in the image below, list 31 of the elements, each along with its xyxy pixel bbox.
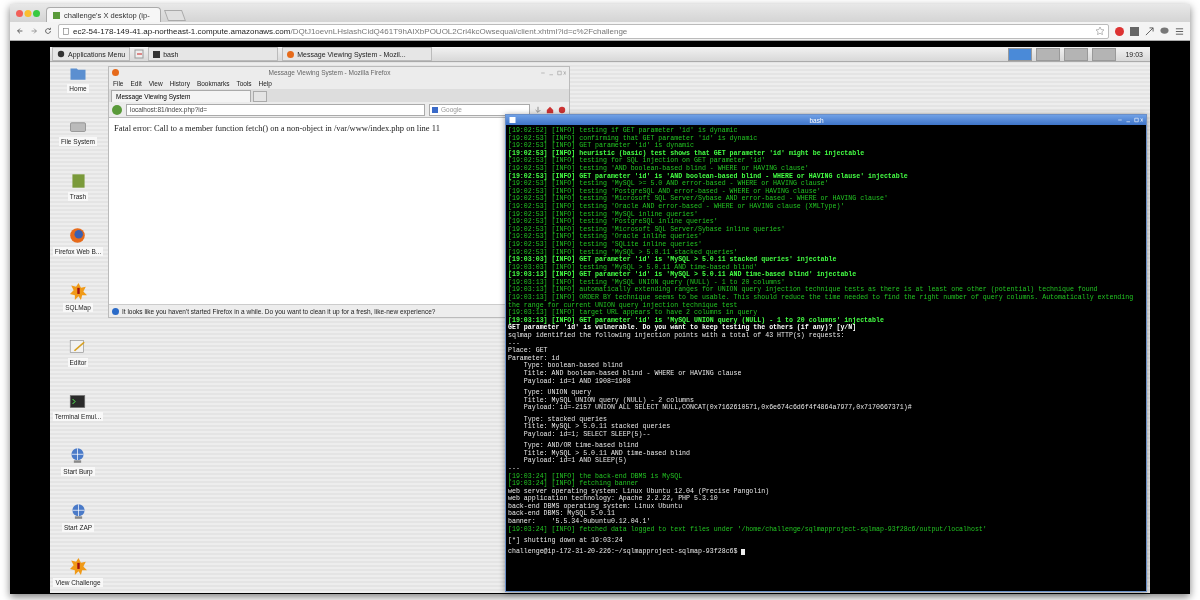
error-message: Fatal error: Call to a member function fetch() on a non-object in /var/www/index.php on line 11 bbox=[114, 123, 440, 133]
home-icon[interactable] bbox=[546, 105, 554, 114]
workspace-button[interactable] bbox=[1008, 47, 1033, 61]
burst-icon bbox=[69, 557, 87, 575]
globe-icon bbox=[69, 447, 87, 465]
info-icon bbox=[112, 307, 119, 315]
new-tab-button[interactable] bbox=[163, 10, 186, 21]
url-text: ec2-54-178-149-41.ap-northeast-1.compute.amazonaws.com/DQtJ1oevnLHslashCidQ461T9hAIXbPOUOL2Cri4kcOwsequal/client.xhtml?id=c%2Fchallenge bbox=[73, 26, 628, 36]
window-controls-icon bbox=[1117, 117, 1143, 123]
trash-icon bbox=[69, 172, 87, 189]
workspace-button[interactable] bbox=[1036, 47, 1061, 61]
page-icon bbox=[63, 27, 69, 35]
chat-icon[interactable] bbox=[1160, 26, 1169, 36]
cursor bbox=[740, 549, 745, 556]
star-icon[interactable] bbox=[1096, 27, 1104, 35]
download-icon[interactable] bbox=[534, 105, 542, 114]
menu-icon[interactable] bbox=[1175, 26, 1184, 36]
globe-icon bbox=[69, 502, 87, 520]
folder-icon bbox=[69, 66, 87, 81]
tab-favicon-icon bbox=[53, 11, 60, 19]
reload-icon[interactable] bbox=[44, 27, 52, 35]
workspace-button[interactable] bbox=[1092, 47, 1117, 61]
window-controls-icon[interactable] bbox=[15, 9, 41, 18]
notepad-icon bbox=[69, 338, 87, 356]
new-tab-button[interactable] bbox=[253, 91, 267, 102]
forward-icon[interactable] bbox=[30, 27, 38, 35]
window-controls-icon bbox=[540, 69, 566, 76]
address-bar[interactable]: ec2-54-178-149-41.ap-northeast-1.compute.amazonaws.com/DQtJ1oevnLHslashCidQ461T9hAIXbPOUOL2Cri4kcOwsequal/client.xhtml?id=c%2Fchallenge bbox=[58, 23, 1109, 39]
drive-icon bbox=[69, 119, 87, 135]
workspace-button[interactable] bbox=[1064, 47, 1089, 61]
burst-icon bbox=[69, 282, 87, 300]
